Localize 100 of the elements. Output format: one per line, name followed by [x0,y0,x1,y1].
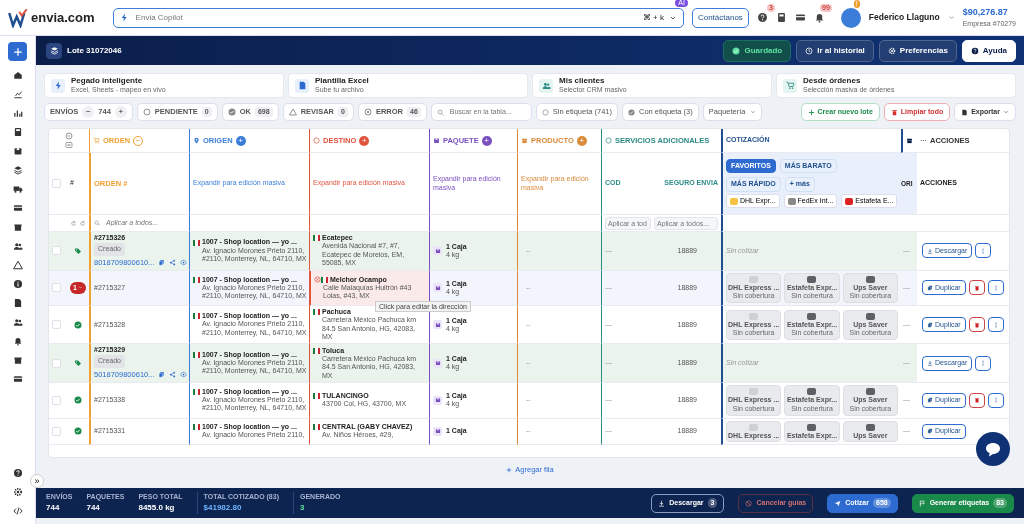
history-icon [805,46,814,55]
share-icon[interactable] [169,258,177,266]
caret-icon [1003,109,1009,115]
copilot-search-field[interactable]: Envia Copilot [133,10,638,25]
card-icon[interactable] [794,12,806,23]
info-icon[interactable] [12,279,23,289]
more-button[interactable] [975,355,992,371]
error-icon [363,108,372,116]
decrement-button[interactable]: − [82,106,95,118]
collapse-icon[interactable] [65,132,73,140]
circle-icon [142,108,151,116]
option-title: Plantilla Excel [315,77,369,86]
copy-icon [927,285,933,291]
users-icon[interactable] [12,241,23,251]
plus-icon [12,46,23,57]
checkbox[interactable] [52,426,61,436]
more-icon [920,137,927,144]
stat-value: 744 [86,502,101,515]
delete-button[interactable] [968,392,985,408]
checkbox[interactable] [52,358,61,368]
code-icon[interactable] [12,506,23,516]
download-icon [658,499,666,507]
box-icon [433,426,442,436]
flag-icon [321,276,328,283]
delete-button[interactable] [968,280,985,296]
more-button[interactable] [987,392,1004,408]
users-icon[interactable] [12,317,23,327]
plus-icon [506,466,513,473]
contact-button[interactable]: Contáctanos [691,7,749,28]
box-icon [433,320,442,330]
card-icon[interactable] [12,374,23,384]
history-button[interactable]: Ir al historial [796,39,874,62]
carrier-logo [865,388,875,396]
box-icon [433,283,442,293]
more-button[interactable] [975,243,992,259]
copy-icon [927,397,933,404]
notifications-icon[interactable] [813,12,825,23]
delete-button[interactable] [968,317,985,333]
cart-icon [93,137,100,144]
trash-icon [973,285,980,291]
tag-icon [74,359,82,368]
expand-column-button[interactable]: + [359,135,370,146]
home-icon[interactable] [12,70,23,80]
more-button[interactable] [987,280,1004,296]
card-icon[interactable] [12,203,23,213]
carrier-logo [749,388,759,396]
chat-button[interactable] [976,432,1010,466]
warning-icon[interactable] [12,260,23,270]
flag-icon [193,239,200,246]
flag-icon [193,424,200,431]
pin-icon [193,137,200,144]
checkbox[interactable] [52,320,61,330]
check-icon [628,108,635,116]
users-icon [539,78,553,93]
expand-column-button[interactable]: + [235,135,246,146]
checkbox[interactable] [52,283,61,293]
checkbox[interactable] [52,179,61,188]
help-button[interactable]: Ayuda [961,39,1016,62]
error-icon [314,276,321,284]
increment-button[interactable]: + [114,106,127,118]
document-icon[interactable] [12,298,23,308]
truck-icon[interactable] [12,184,23,194]
settings-icon[interactable] [12,487,23,497]
preferences-button[interactable]: Preferencias [878,39,957,62]
store-icon[interactable] [12,222,23,232]
option-title: Mis clientes [559,77,606,86]
calculator-icon[interactable] [12,127,23,137]
help-icon[interactable] [12,468,23,478]
warn-icon [288,108,297,116]
box-icon[interactable] [12,146,23,156]
help-icon [970,46,979,55]
cart-icon [783,78,797,93]
download-icon [927,360,933,367]
checkbox[interactable] [52,246,61,256]
copy-icon[interactable] [158,258,166,266]
store-icon [521,137,528,144]
collapse-sidebar-button[interactable]: » [30,474,44,488]
bell-icon[interactable] [12,336,23,346]
saved-status-button[interactable]: Guardado [723,39,792,62]
line-chart-icon[interactable] [12,89,23,99]
avatar [840,7,861,28]
checkbox[interactable] [52,395,61,405]
store-icon[interactable] [12,355,23,365]
layers-icon[interactable] [12,165,23,175]
copilot-search-bar[interactable]: Envia Copilot ⌘ + k [112,7,684,28]
help-icon[interactable] [756,12,768,23]
box-icon [433,358,442,368]
add-button[interactable] [8,42,27,61]
user-name[interactable]: Federico Llaguno [868,11,940,24]
brand-name: envia.com [31,8,95,27]
batch-title: Lote 31072046 [67,44,122,57]
more-button[interactable] [987,317,1004,333]
pin-column-icon[interactable] [906,137,913,144]
copy-icon[interactable] [158,371,166,379]
expand-column-button[interactable]: + [481,135,492,146]
carrier-logo [807,312,817,320]
carrier-logo [865,423,875,431]
bar-chart-icon[interactable] [12,108,23,118]
calculator-icon[interactable] [775,12,787,23]
share-icon[interactable] [169,371,177,379]
